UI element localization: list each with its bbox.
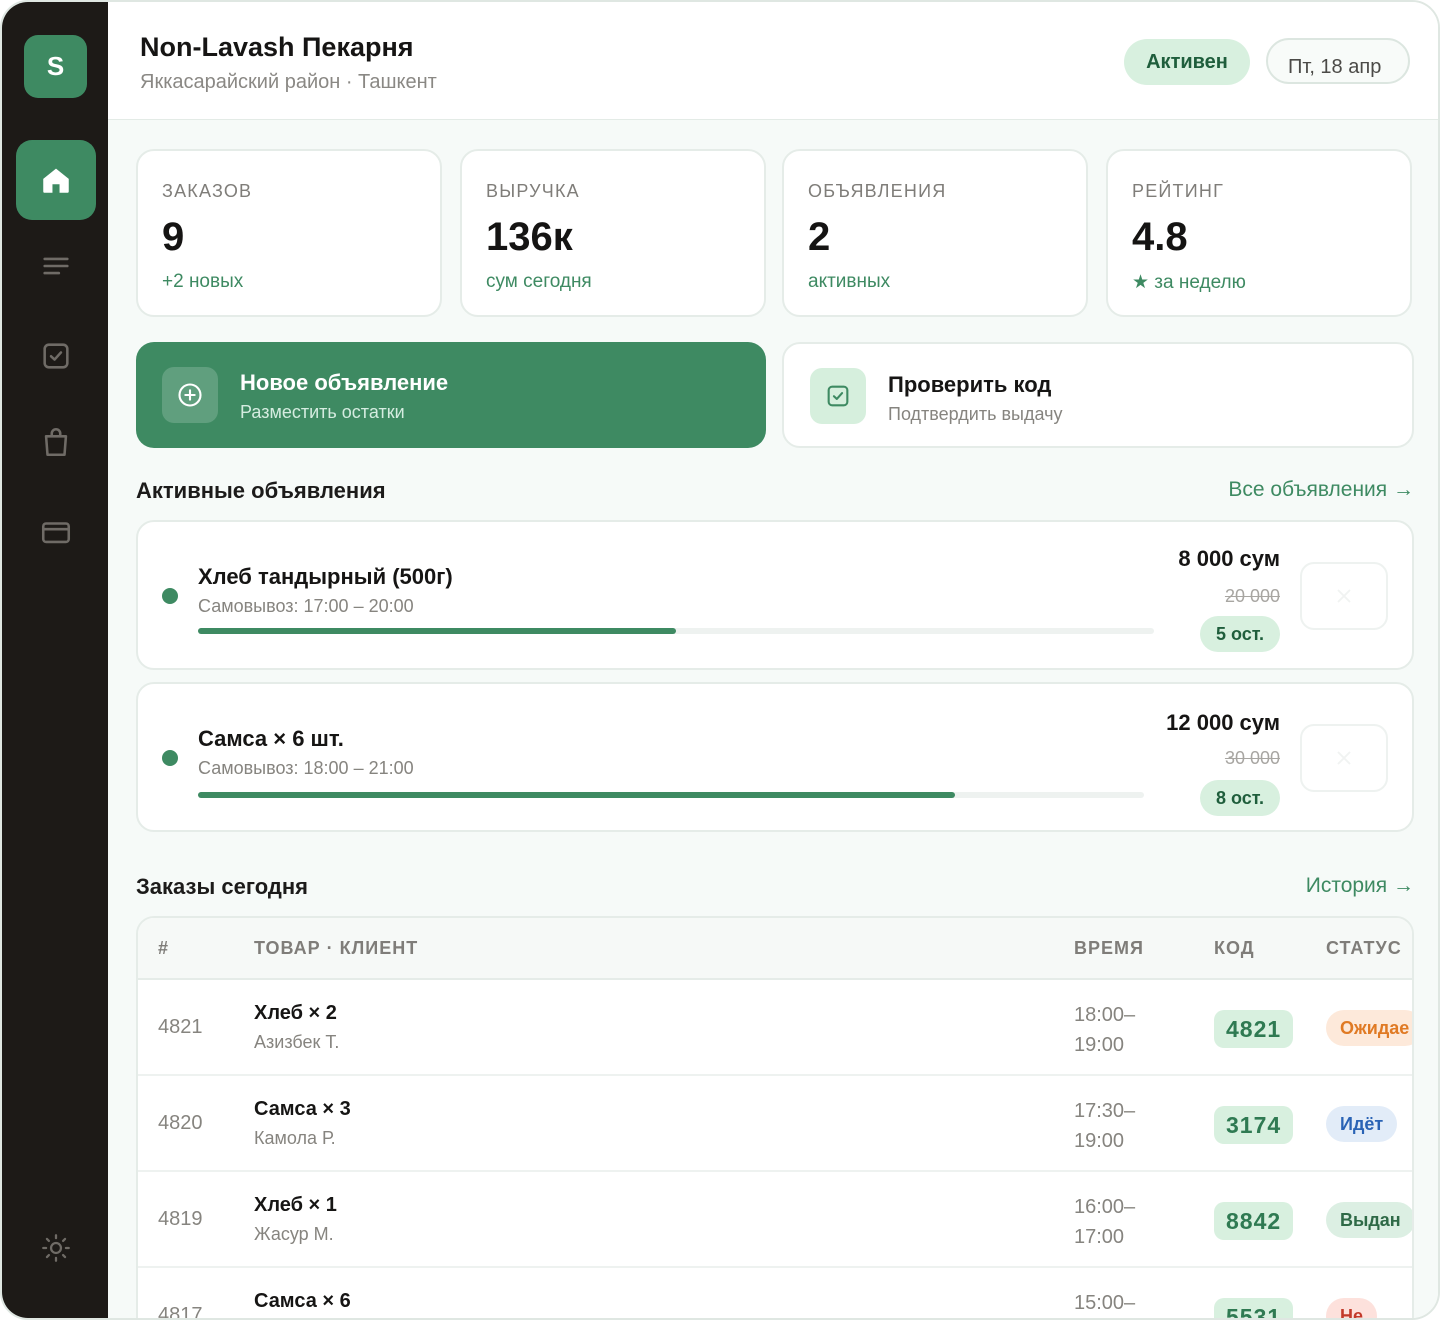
list-icon[interactable]	[16, 226, 96, 306]
column-header-time: ВРЕМЯ	[1074, 938, 1144, 958]
listing-price: 12 000 сум	[1166, 710, 1280, 735]
check-code-subtitle: Подтвердить выдачу	[888, 404, 1063, 424]
order-status-badge: Идёт	[1326, 1106, 1398, 1142]
order-code: 5531	[1214, 1298, 1294, 1318]
stat-sub: ★ за неделю	[1132, 272, 1246, 293]
card-icon[interactable]	[16, 492, 96, 572]
listing-name: Хлеб тандырный (500г)	[198, 564, 453, 589]
order-id: 4821	[158, 1016, 203, 1038]
listing-pickup: Самовывоз: 17:00 – 20:00	[198, 596, 414, 616]
column-header-status: СТАТУС	[1326, 938, 1402, 958]
stat-value: 136к	[486, 215, 573, 259]
stat-sub: +2 новых	[162, 271, 244, 292]
order-item: Самса × 6	[254, 1290, 351, 1312]
new-listing-subtitle: Разместить остатки	[240, 402, 405, 422]
stat-card-revenue: ВЫРУЧКА 136к сум сегодня	[460, 149, 766, 317]
shopping-bag-icon[interactable]	[16, 402, 96, 482]
close-icon[interactable]	[1300, 724, 1388, 792]
order-id: 4819	[158, 1208, 203, 1230]
order-item: Хлеб × 2	[254, 1002, 337, 1024]
date-label: Пт, 18 апр	[1288, 56, 1382, 78]
listing-progress-fill	[198, 792, 955, 798]
order-item: Хлеб × 1	[254, 1194, 337, 1216]
order-client: Камола Р.	[254, 1128, 336, 1148]
listing-price: 8 000 сум	[1178, 546, 1280, 571]
stat-sub: активных	[808, 271, 891, 292]
order-status-badge: Ожидае	[1326, 1010, 1412, 1046]
stat-label: ВЫРУЧКА	[486, 181, 580, 201]
check-code-button[interactable]: Проверить код Подтвердить выдачу	[782, 342, 1414, 448]
table-row[interactable]: 4820 Самса × 3 Камола Р. 17:30–19:00 317…	[138, 1076, 1412, 1172]
listing-progress-fill	[198, 628, 676, 634]
order-time: 18:00–19:00	[1074, 1004, 1136, 1056]
app-window: S Non-Lavash Пекарня Яккасарайский район…	[0, 0, 1440, 1320]
order-status-badge: Не	[1326, 1298, 1378, 1318]
stat-card-listings: ОБЪЯВЛЕНИЯ 2 активных	[782, 149, 1088, 317]
column-header-code: КОД	[1214, 938, 1255, 958]
order-time: 15:00–	[1074, 1292, 1136, 1314]
orders-section-title: Заказы сегодня	[136, 874, 308, 899]
stat-value: 4.8	[1132, 215, 1188, 259]
order-code: 8842	[1214, 1202, 1294, 1240]
order-item: Самса × 3	[254, 1098, 351, 1120]
listing-progress	[198, 628, 1154, 634]
stat-value: 2	[808, 215, 831, 259]
order-code: 4821	[1214, 1010, 1294, 1048]
new-listing-title: Новое объявление	[240, 370, 449, 395]
order-client: Жасур М.	[254, 1224, 334, 1244]
table-row[interactable]: 4821 Хлеб × 2 Азизбек Т. 18:00–19:00 482…	[138, 980, 1412, 1076]
plus-circle-icon	[162, 367, 218, 423]
stat-label: ОБЪЯВЛЕНИЯ	[808, 181, 947, 201]
check-square-icon	[810, 368, 866, 424]
listing-progress	[198, 792, 1144, 798]
listing-card[interactable]: Хлеб тандырный (500г) Самовывоз: 17:00 –…	[136, 520, 1414, 670]
listing-old-price: 30 000	[1224, 748, 1280, 768]
listing-old-price: 20 000	[1224, 586, 1280, 606]
app-logo[interactable]: S	[24, 35, 87, 98]
stat-label: ЗАКАЗОВ	[162, 181, 253, 201]
order-id: 4820	[158, 1112, 203, 1134]
status-badge[interactable]: Активен	[1124, 39, 1250, 85]
all-listings-link[interactable]: Все объявления →	[1228, 478, 1414, 502]
stat-card-orders: ЗАКАЗОВ 9 +2 новых	[136, 149, 442, 317]
order-status-badge: Выдан	[1326, 1202, 1412, 1238]
order-id: 4817	[158, 1304, 203, 1320]
stat-sub: сум сегодня	[486, 271, 592, 292]
sun-icon[interactable]	[16, 1208, 96, 1288]
order-time: 17:30–19:00	[1074, 1100, 1136, 1152]
home-icon[interactable]	[16, 140, 96, 220]
stat-card-rating: РЕЙТИНГ 4.8 ★ за неделю	[1106, 149, 1412, 317]
listing-remaining-badge: 8 ост.	[1199, 780, 1280, 816]
main-content: Non-Lavash Пекарня Яккасарайский район ·…	[108, 2, 1438, 1320]
table-row[interactable]: 4819 Хлеб × 1 Жасур М. 16:00–17:00 8842 …	[138, 1172, 1412, 1268]
checkbox-icon[interactable]	[16, 316, 96, 396]
column-header-item: ТОВАР · КЛИЕНТ	[254, 938, 419, 958]
active-dot	[162, 588, 178, 604]
order-client: Азизбек Т.	[254, 1032, 340, 1052]
table-row[interactable]: 4817 Самса × 6 15:00– 5531 Не	[138, 1268, 1412, 1320]
listing-card[interactable]: Самса × 6 шт. Самовывоз: 18:00 – 21:00 1…	[136, 682, 1414, 832]
page-subtitle: Яккасарайский район · Ташкент	[140, 71, 437, 93]
active-dot	[162, 750, 178, 766]
page-title: Non-Lavash Пекарня	[140, 32, 414, 62]
close-icon[interactable]	[1300, 562, 1388, 630]
stat-value: 9	[162, 215, 185, 259]
order-code: 3174	[1214, 1106, 1294, 1144]
listing-pickup: Самовывоз: 18:00 – 21:00	[198, 758, 414, 778]
column-header-id: #	[158, 938, 170, 958]
order-time: 16:00–17:00	[1074, 1196, 1136, 1248]
header: Non-Lavash Пекарня Яккасарайский район ·…	[108, 2, 1438, 120]
sidebar: S	[2, 2, 108, 1318]
listings-section-title: Активные объявления	[136, 478, 386, 503]
table-header: # ТОВАР · КЛИЕНТ ВРЕМЯ КОД СТАТУС	[138, 918, 1412, 980]
check-code-title: Проверить код	[888, 372, 1052, 397]
date-selector[interactable]: Пт, 18 апр	[1266, 38, 1410, 84]
new-listing-button[interactable]: Новое объявление Разместить остатки	[136, 342, 766, 448]
history-link[interactable]: История →	[1306, 874, 1414, 898]
orders-table: # ТОВАР · КЛИЕНТ ВРЕМЯ КОД СТАТУС 4821 Х…	[136, 916, 1414, 1320]
listing-name: Самса × 6 шт.	[198, 726, 344, 751]
stat-label: РЕЙТИНГ	[1132, 181, 1225, 201]
listing-remaining-badge: 5 ост.	[1199, 616, 1280, 652]
